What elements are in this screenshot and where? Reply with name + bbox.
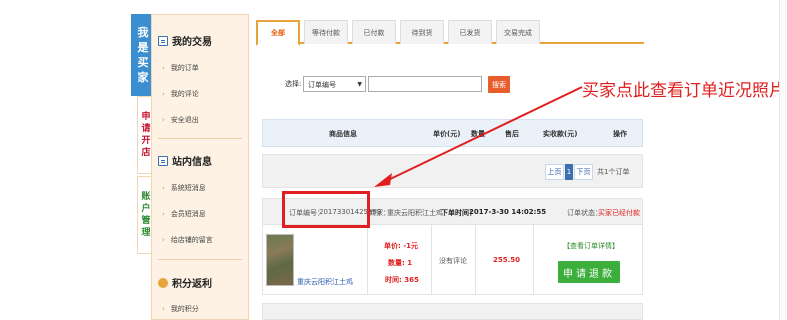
- tab-buyer-char: 家: [137, 71, 149, 84]
- annotation-arrow-icon: [374, 86, 583, 187]
- chevron-down-icon: ▼: [357, 81, 362, 88]
- sidebar-item-logout[interactable]: 安全退出: [162, 115, 199, 125]
- tab-shop-char: 店: [141, 148, 151, 158]
- next-order-header: [262, 303, 643, 320]
- order-tabs: 全部 等待付款 已付款 待到货 已发货 交易完成: [256, 20, 644, 46]
- header-product-info: 商品信息: [329, 130, 357, 138]
- tab-buyer-char: 是: [137, 41, 149, 54]
- tab-account-char: 账: [141, 192, 151, 202]
- amount-received: 255.50: [493, 256, 521, 264]
- header-actions: 操作: [613, 130, 627, 138]
- sidebar-item-shop-messages[interactable]: 给店铺的留言: [162, 235, 213, 245]
- search-type-select[interactable]: 订单编号 ▼: [303, 76, 366, 92]
- column-divider: [475, 225, 476, 294]
- scrollbar[interactable]: [779, 0, 787, 320]
- sidebar-section-trade: 我的交易: [158, 33, 212, 48]
- sidebar-divider: [158, 259, 242, 260]
- sidebar-item-member-messages[interactable]: 会员短消息: [162, 209, 206, 219]
- column-divider: [367, 225, 368, 294]
- coin-icon: [158, 277, 168, 288]
- order-status-label: 订单状态：: [567, 209, 602, 217]
- search-select-value: 订单编号: [308, 81, 336, 89]
- order-number-highlight: [282, 191, 370, 228]
- sidebar-section-points: 积分返利: [158, 275, 212, 290]
- sidebar-section-title: 积分返利: [172, 279, 212, 290]
- tab-account-char: 管: [141, 216, 151, 226]
- seller-name: 重庆云阳积江土鸡: [387, 209, 443, 217]
- column-divider: [431, 225, 432, 294]
- sidebar: 我的交易 我的订单 我的评论 安全退出 站内信息 系统短消息 会员短消息 给店铺…: [151, 14, 249, 320]
- tab-paid[interactable]: 已付款: [352, 20, 396, 44]
- order-count: 共1个订单: [597, 168, 630, 176]
- tab-awaiting-payment[interactable]: 等待付款: [304, 20, 348, 44]
- after-sale-status: 没有评论: [439, 257, 467, 265]
- tab-awaiting-arrival[interactable]: 待到货: [400, 20, 444, 44]
- sidebar-section-title: 站内信息: [172, 157, 212, 168]
- sidebar-item-my-points[interactable]: 我的积分: [162, 304, 199, 314]
- document-icon: [158, 35, 168, 46]
- product-thumbnail[interactable]: [266, 234, 294, 286]
- tab-shop-char: 申: [141, 112, 151, 122]
- sidebar-item-my-reviews[interactable]: 我的评论: [162, 89, 199, 99]
- sidebar-item-system-messages[interactable]: 系统短消息: [162, 183, 206, 193]
- quantity: 数量: 1: [388, 259, 413, 267]
- tab-shop-char: 开: [141, 136, 151, 146]
- refund-request-button[interactable]: 申请退款: [558, 261, 620, 283]
- tab-shipped[interactable]: 已发货: [448, 20, 492, 44]
- unit-price: 单价: -1元: [384, 242, 419, 250]
- tab-shop-char: 请: [141, 124, 151, 134]
- sidebar-section-title: 我的交易: [172, 37, 212, 48]
- order-status: 买家已经付款: [598, 209, 640, 217]
- sidebar-section-messages: 站内信息: [158, 153, 212, 168]
- time-info: 时间: 365: [385, 276, 419, 284]
- order-time: 2017-3-30 14:02:55: [469, 208, 547, 216]
- sidebar-divider: [158, 138, 242, 139]
- tab-account-char: 户: [141, 204, 151, 214]
- tab-account-char: 理: [141, 228, 151, 238]
- order-row: 重庆云阳积江土鸡 单价: -1元 数量: 1 时间: 365 没有评论 255.…: [262, 225, 643, 295]
- tab-completed[interactable]: 交易完成: [496, 20, 540, 44]
- view-order-details-link[interactable]: 【查看订单详情】: [563, 241, 619, 251]
- document-icon: [158, 155, 168, 166]
- tab-all[interactable]: 全部: [256, 20, 300, 46]
- column-divider: [533, 225, 534, 294]
- sidebar-item-my-orders[interactable]: 我的订单: [162, 63, 199, 73]
- search-label: 选择:: [285, 80, 302, 88]
- tab-buyer-char: 我: [137, 26, 149, 39]
- tab-buyer-char: 买: [137, 56, 149, 69]
- product-name-link[interactable]: 重庆云阳积江土鸡: [297, 277, 353, 287]
- annotation-text: 买家点此查看订单近况照片: [582, 81, 786, 101]
